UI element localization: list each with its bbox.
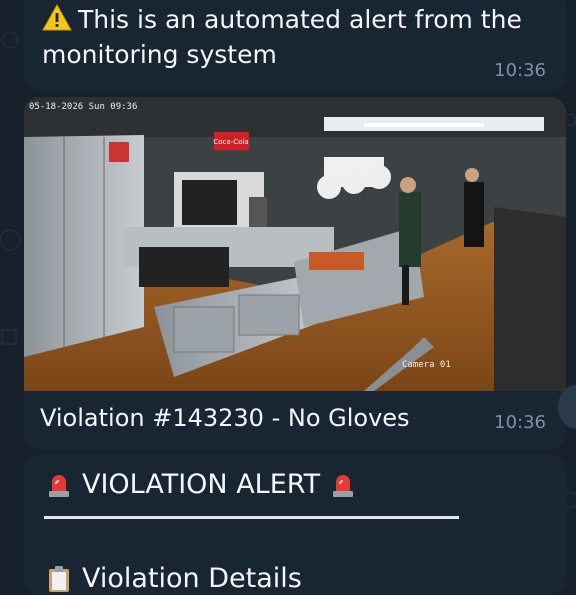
violation-alert-title: VIOLATION ALERT — [82, 469, 321, 500]
siren-icon — [49, 474, 69, 497]
message-time: 10:36 — [494, 60, 546, 81]
violation-details-label: Violation Details — [82, 563, 302, 594]
divider-line — [44, 516, 459, 519]
message-time: 10:36 — [494, 412, 546, 433]
message-bubble-violation-alert[interactable]: VIOLATION ALERT Violation Details — [24, 455, 566, 595]
alert-intro-text: This is an automated alert from the moni… — [42, 5, 522, 69]
clipboard-icon — [49, 565, 69, 592]
camera-label-overlay: Camera 01 — [402, 360, 451, 370]
camera-timestamp-overlay: 05-18-2026 Sun 09:36 — [29, 102, 137, 112]
warning-icon — [42, 3, 72, 31]
message-bubble-snapshot[interactable]: Coca-Cola 05-18-2026 Sun 09:36 Camera 01… — [24, 97, 566, 449]
violation-alert-heading: VIOLATION ALERT — [46, 469, 356, 500]
siren-icon — [333, 474, 354, 497]
snapshot-caption: Violation #143230 - No Gloves — [40, 404, 410, 432]
message-bubble-alert-intro[interactable]: This is an automated alert from the moni… — [24, 0, 566, 91]
message-text: This is an automated alert from the moni… — [42, 2, 552, 72]
camera-snapshot-image[interactable]: Coca-Cola 05-18-2026 Sun 09:36 Camera 01 — [24, 97, 566, 391]
violation-details-heading: Violation Details — [46, 563, 302, 594]
sign-text: Coca-Cola — [213, 138, 248, 146]
